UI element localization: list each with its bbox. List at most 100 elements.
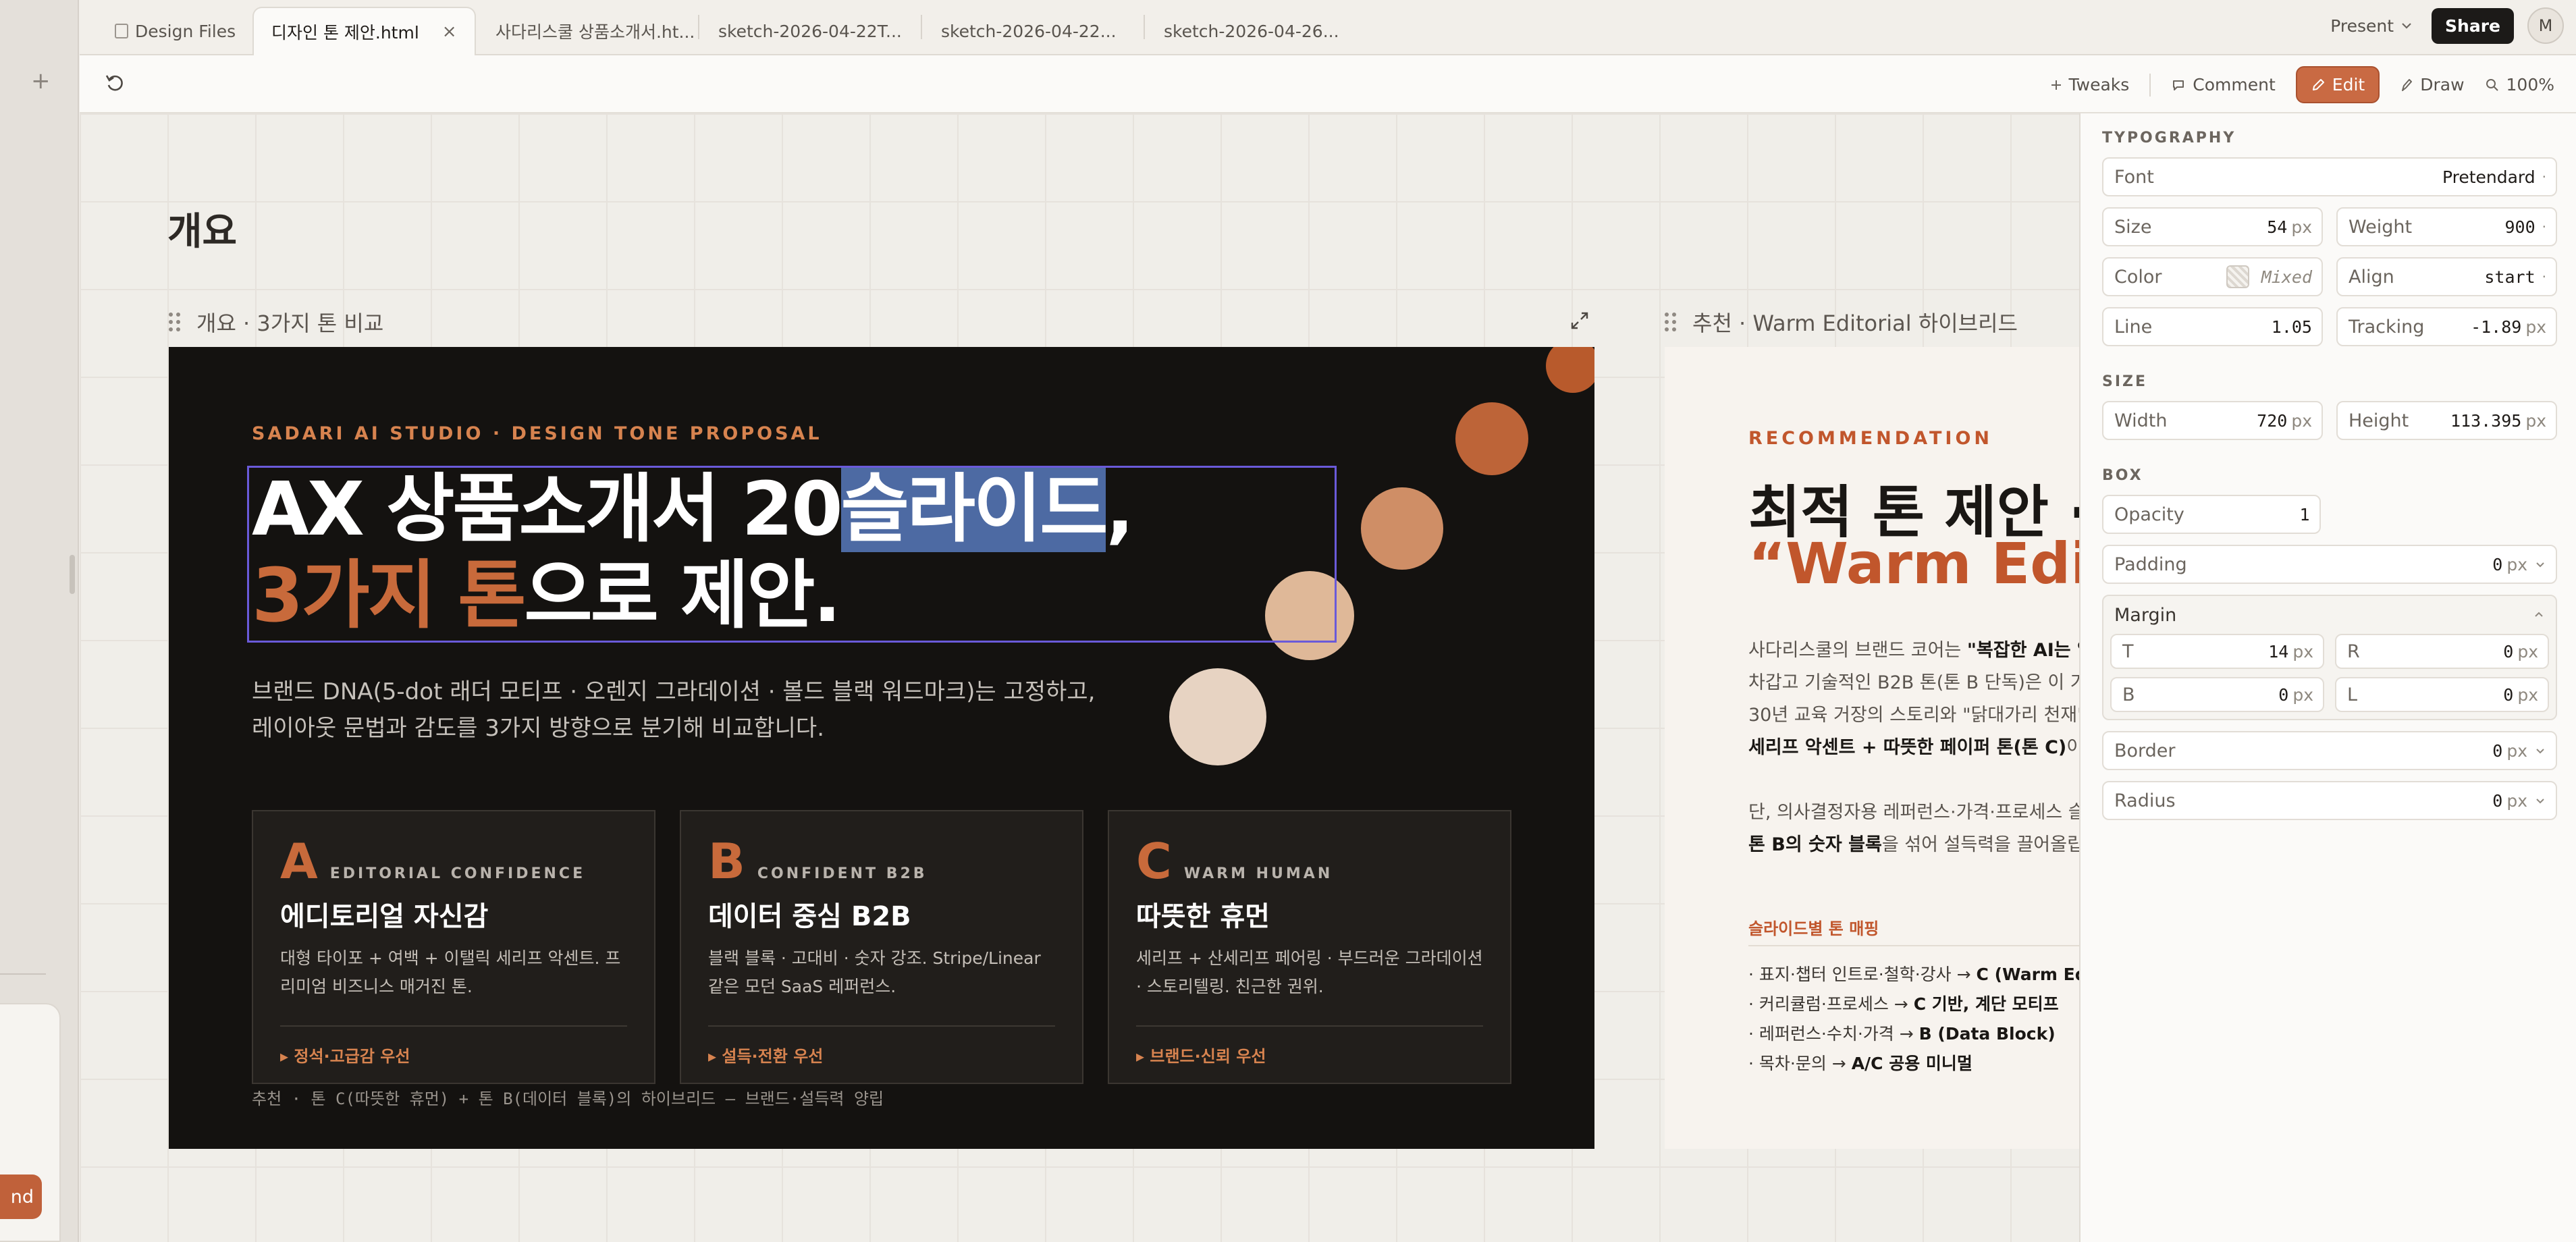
artboard-title: 개요 · 3가지 톤 비교 (196, 310, 384, 336)
draw-button[interactable]: Draw (2400, 75, 2465, 94)
tab-label: sketch-2026-04-22... (941, 21, 1117, 41)
tab-product-brochure[interactable]: 사다리스쿨 상품소개서.ht... (495, 7, 695, 55)
margin-section: Margin T 14 px R 0 px B 0 px L 0 px (2102, 595, 2557, 720)
margin-toggle[interactable]: Margin (2110, 596, 2549, 634)
ladder-dot (1546, 347, 1594, 393)
padding-input[interactable]: Padding 0 px (2102, 545, 2557, 584)
edit-button[interactable]: Edit (2295, 66, 2380, 103)
tab-separator (921, 15, 922, 39)
design-canvas[interactable]: 개요 개요 · 3가지 톤 비교 추천 · Warm Editorial 하이브… (80, 113, 2079, 1242)
artboard-label-overview[interactable]: 개요 · 3가지 톤 비교 (169, 306, 383, 338)
present-label: Present (2330, 16, 2394, 36)
mapping-item: · 목차·문의 → A/C 공용 미니멀 (1748, 1049, 2079, 1079)
tab-sketch-3[interactable]: sketch-2026-04-26... (1164, 7, 1339, 55)
field-label: Tracking (2349, 316, 2425, 338)
drag-handle-icon[interactable] (1665, 313, 1676, 331)
mapping-list: · 표지·챕터 인트로·철학·강사 → C (Warm Edit · 커리큘럼·… (1748, 960, 2079, 1079)
body-line: 사다리스쿨의 브랜드 코어는 "복잡한 AI는 없 (1748, 634, 2079, 667)
field-label: R (2347, 641, 2360, 662)
close-icon[interactable]: × (442, 22, 457, 42)
artboard-recommendation-slide[interactable]: RECOMMENDATION 최적 톤 제안 · “Warm Edito 사다리… (1665, 347, 2079, 1149)
present-button[interactable]: Present (2330, 16, 2418, 36)
mapping-text: · 커리큘럼·프로세스 → (1748, 994, 1914, 1014)
tab-design-tone-proposal[interactable]: 디자인 톤 제안.html × (252, 7, 476, 55)
left-panel: + nd (0, 0, 79, 1242)
margin-left-input[interactable]: L 0 px (2335, 677, 2549, 712)
mapping-heading: 슬라이드별 톤 매핑 (1748, 919, 1879, 938)
mapping-divider (1748, 945, 2079, 946)
field-unit: px (2525, 317, 2546, 337)
mapping-tone: C 기반, 계단 모티프 (1913, 994, 2059, 1014)
card-divider (708, 1025, 1055, 1027)
expand-icon[interactable] (1569, 310, 1590, 331)
tab-design-files[interactable]: Design Files (115, 7, 236, 55)
field-label: Size (2114, 216, 2152, 238)
font-select[interactable]: Font Pretendard · (2102, 157, 2557, 196)
border-input[interactable]: Border 0 px (2102, 731, 2557, 770)
tab-sketch-2[interactable]: sketch-2026-04-22... (941, 7, 1117, 55)
chevron-up-icon (2535, 612, 2543, 617)
opacity-input[interactable]: Opacity 1 (2102, 495, 2321, 534)
resize-handle[interactable] (70, 555, 75, 594)
field-unit: px (2292, 641, 2313, 662)
toolbar-actions: Tweaks Comment Edit Draw 100% (2050, 66, 2554, 103)
card-letter: C (1136, 833, 1172, 890)
comment-button[interactable]: Comment (2171, 75, 2276, 94)
tab-separator (698, 15, 699, 39)
section-title-box: BOX (2102, 467, 2143, 484)
tab-label: sketch-2026-04-26... (1164, 21, 1339, 41)
font-size-input[interactable]: Size 54 px (2102, 207, 2323, 246)
field-value: 14 (2268, 641, 2289, 662)
color-input[interactable]: Color Mixed (2102, 257, 2323, 296)
field-value: 0 (2492, 554, 2503, 574)
margin-bottom-input[interactable]: B 0 px (2110, 677, 2324, 712)
tweaks-button[interactable]: Tweaks (2050, 75, 2129, 94)
body-strong: 세리프 악센트 + 따뜻한 페이퍼 톤(톤 C) (1748, 737, 2067, 758)
selection-outline[interactable] (247, 466, 1337, 643)
margin-top-input[interactable]: T 14 px (2110, 634, 2324, 669)
field-unit: px (2291, 217, 2312, 237)
slide-body: 사다리스쿨의 브랜드 코어는 "복잡한 AI는 없 차갑고 기술적인 B2B 톤… (1748, 634, 2079, 861)
radius-input[interactable]: Radius 0 px (2102, 781, 2557, 820)
margin-right-input[interactable]: R 0 px (2335, 634, 2549, 669)
card-description: 대형 타이포 + 여백 + 이탤릭 세리프 악센트. 프리미엄 비즈니스 매거진… (280, 948, 621, 996)
height-input[interactable]: Height 113.395 px (2336, 401, 2557, 440)
mapping-item: · 레퍼런스·수치·가격 → B (Data Block) (1748, 1019, 2079, 1049)
toolbar-divider (2149, 73, 2151, 97)
text-align-select[interactable]: Align start · (2336, 257, 2557, 296)
field-value: Mixed (2261, 267, 2312, 287)
ladder-dot (1455, 402, 1528, 475)
tone-card-a: A EDITORIAL CONFIDENCE 에디토리얼 자신감 대형 타이포 +… (252, 810, 655, 1084)
page-title: 개요 (167, 210, 238, 254)
share-button[interactable]: Share (2432, 7, 2514, 44)
slide-eyebrow: SADARI AI STUDIO · DESIGN TONE PROPOSAL (252, 423, 822, 444)
pen-icon (2402, 78, 2413, 91)
avatar[interactable]: M (2527, 7, 2564, 44)
slide-eyebrow: RECOMMENDATION (1748, 428, 1993, 449)
zoom-control[interactable]: 100% (2485, 75, 2554, 94)
body-strong: "복잡한 AI는 없 (1966, 640, 2079, 661)
drag-handle-icon[interactable] (169, 313, 180, 331)
add-icon[interactable]: + (31, 68, 51, 94)
body-line: 30년 교육 거장의 스토리와 "닭대가리 천재" (1748, 705, 2079, 726)
field-unit: px (2506, 790, 2527, 811)
field-label: Color (2114, 266, 2162, 288)
body-line: 단, 의사결정자용 레퍼런스·가격·프로세스 슬 (1748, 802, 2079, 823)
refresh-icon[interactable] (104, 72, 126, 93)
field-value: 0 (2503, 684, 2514, 705)
comment-icon (2173, 80, 2184, 90)
tab-sketch-1[interactable]: sketch-2026-04-22T... (718, 7, 902, 55)
artboard-label-recommendation[interactable]: 추천 · Warm Editorial 하이브리드 (1665, 306, 2018, 338)
width-input[interactable]: Width 720 px (2102, 401, 2323, 440)
artboard-overview-slide[interactable]: SADARI AI STUDIO · DESIGN TONE PROPOSAL … (169, 347, 1594, 1149)
line-height-input[interactable]: Line 1.05 (2102, 307, 2323, 346)
letter-spacing-input[interactable]: Tracking -1.89 px (2336, 307, 2557, 346)
field-value: 0 (2492, 740, 2503, 761)
color-swatch[interactable] (2226, 265, 2249, 288)
send-button[interactable]: nd (0, 1174, 42, 1219)
font-weight-select[interactable]: Weight 900 · (2336, 207, 2557, 246)
comment-label: Comment (2193, 75, 2276, 94)
field-label: Padding (2114, 554, 2187, 575)
body-text: 사다리스쿨의 브랜드 코어는 (1748, 640, 1967, 661)
ladder-dot (1361, 487, 1443, 570)
